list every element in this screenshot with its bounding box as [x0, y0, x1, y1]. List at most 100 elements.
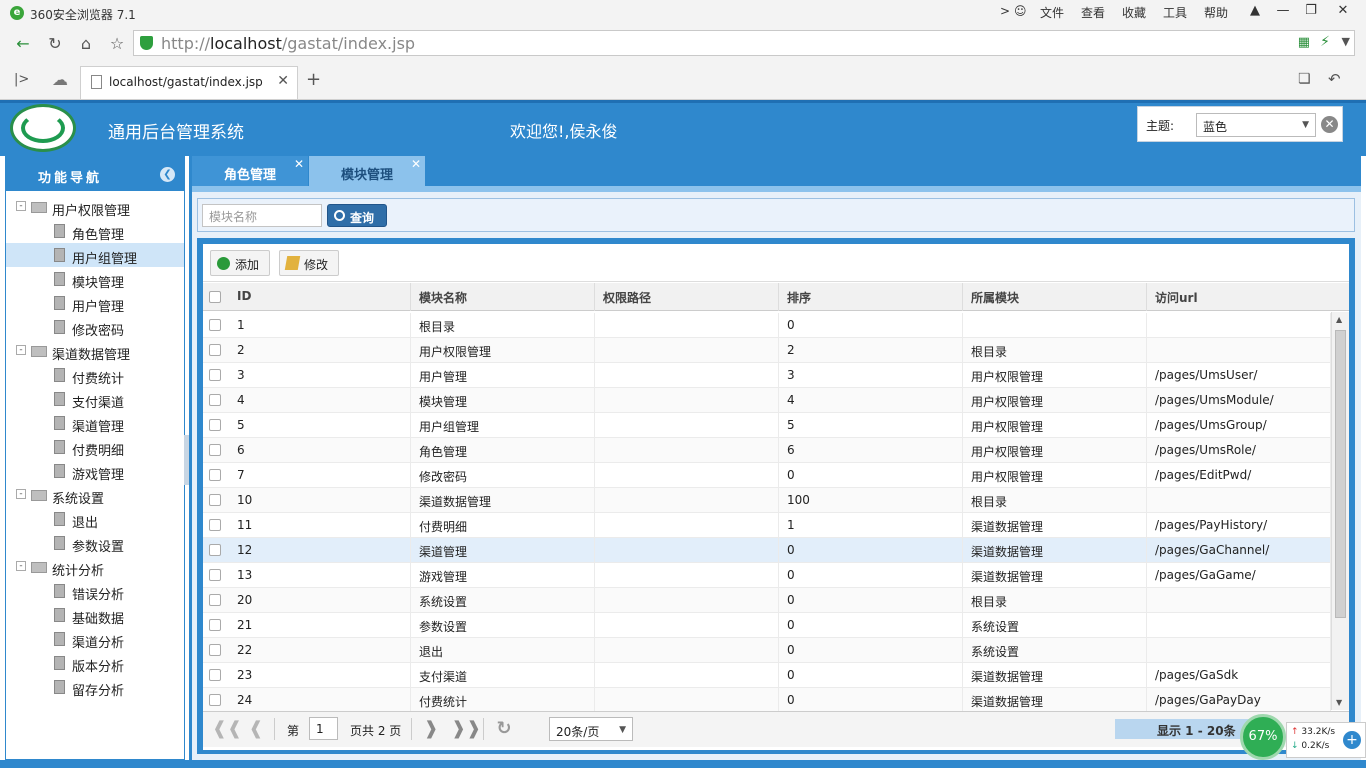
row-checkbox[interactable] [209, 594, 221, 606]
page-size-select[interactable]: 20条/页 ▼ [549, 717, 633, 741]
row-checkbox[interactable] [209, 669, 221, 681]
last-page-icon[interactable]: ❱❱ [451, 718, 481, 740]
nav-item[interactable]: 退出 [6, 507, 184, 531]
table-row[interactable]: 13 游戏管理 0 渠道数据管理/pages/GaGame/ [203, 563, 1331, 588]
table-row[interactable]: 24 付费统计 0 渠道数据管理/pages/GaPayDay [203, 688, 1331, 713]
reload-icon[interactable]: ↻ [493, 718, 515, 740]
column-header-order[interactable]: 排序 [779, 283, 963, 311]
nav-group[interactable]: - 系统设置 [6, 483, 184, 507]
nav-group[interactable]: - 渠道数据管理 [6, 339, 184, 363]
close-tab-icon[interactable]: ✕ [294, 157, 304, 171]
table-row[interactable]: 20 系统设置 0 根目录 [203, 588, 1331, 613]
collapse-toggle-icon[interactable]: - [16, 201, 26, 211]
row-checkbox[interactable] [209, 419, 221, 431]
row-checkbox[interactable] [209, 494, 221, 506]
browser-tab-active[interactable]: localhost/gastat/index.jsp ✕ [80, 66, 298, 99]
search-button[interactable]: 查询 [327, 204, 387, 227]
nav-item[interactable]: 参数设置 [6, 531, 184, 555]
table-row[interactable]: 2 用户权限管理 2 根目录 [203, 338, 1331, 363]
table-row[interactable]: 3 用户管理 3 用户权限管理/pages/UmsUser/ [203, 363, 1331, 388]
search-input[interactable]: 模块名称 [202, 204, 322, 227]
sidebar-toggle-icon[interactable]: |> [14, 72, 29, 87]
nav-item[interactable]: 付费统计 [6, 363, 184, 387]
nav-item[interactable]: 错误分析 [6, 579, 184, 603]
user-icon[interactable]: ☺ [1014, 4, 1027, 18]
page-number-input[interactable]: 1 [309, 717, 338, 740]
table-row[interactable]: 11 付费明细 1 渠道数据管理/pages/PayHistory/ [203, 513, 1331, 538]
collapse-icon[interactable]: ❮ [160, 167, 175, 182]
nav-item[interactable]: 修改密码 [6, 315, 184, 339]
nav-item[interactable]: 模块管理 [6, 267, 184, 291]
url-input[interactable]: http://localhost/gastat/index.jsp ▦ ⚡ ▼ [133, 30, 1355, 56]
prev-page-icon[interactable]: ❰ [245, 718, 267, 740]
nav-item[interactable]: 用户组管理 [6, 243, 184, 267]
collapse-toggle-icon[interactable]: - [16, 345, 26, 355]
row-checkbox[interactable] [209, 569, 221, 581]
forward-arrow-icon[interactable]: > [1000, 4, 1010, 18]
tab-list-icon[interactable]: ❏ [1298, 71, 1311, 87]
clear-icon[interactable]: ✕ [1321, 116, 1338, 133]
nav-item[interactable]: 用户管理 [6, 291, 184, 315]
select-all-checkbox[interactable] [209, 291, 221, 303]
scroll-up-icon[interactable]: ▲ [1336, 315, 1342, 324]
table-row[interactable]: 22 退出 0 系统设置 [203, 638, 1331, 663]
table-row[interactable]: 6 角色管理 6 用户权限管理/pages/UmsRole/ [203, 438, 1331, 463]
dropdown-arrow-icon[interactable]: ▼ [1342, 35, 1350, 48]
nav-item[interactable]: 游戏管理 [6, 459, 184, 483]
nav-item[interactable]: 支付渠道 [6, 387, 184, 411]
nav-group[interactable]: - 统计分析 [6, 555, 184, 579]
column-header-parent[interactable]: 所属模块 [963, 283, 1147, 311]
row-checkbox[interactable] [209, 394, 221, 406]
undo-close-icon[interactable]: ↶ [1328, 70, 1341, 88]
tab-module-management[interactable]: 模块管理 ✕ [309, 156, 425, 186]
new-tab-button[interactable]: + [306, 69, 321, 90]
maximize-button[interactable]: ❐ [1296, 0, 1326, 22]
theme-select[interactable]: 蓝色 ▼ [1196, 113, 1316, 137]
row-checkbox[interactable] [209, 644, 221, 656]
nav-item[interactable]: 版本分析 [6, 651, 184, 675]
row-checkbox[interactable] [209, 619, 221, 631]
refresh-icon[interactable]: ↻ [44, 34, 66, 54]
nav-item[interactable]: 渠道分析 [6, 627, 184, 651]
row-checkbox[interactable] [209, 319, 221, 331]
star-icon[interactable]: ☆ [106, 34, 128, 54]
tab-role-management[interactable]: 角色管理 ✕ [192, 156, 308, 186]
table-row[interactable]: 4 模块管理 4 用户权限管理/pages/UmsModule/ [203, 388, 1331, 413]
row-checkbox[interactable] [209, 469, 221, 481]
row-checkbox[interactable] [209, 519, 221, 531]
home-icon[interactable]: ⌂ [75, 34, 97, 54]
first-page-icon[interactable]: ❰❰ [212, 718, 242, 740]
table-row[interactable]: 7 修改密码 0 用户权限管理/pages/EditPwd/ [203, 463, 1331, 488]
qr-code-icon[interactable]: ▦ [1298, 35, 1310, 50]
nav-item[interactable]: 基础数据 [6, 603, 184, 627]
edit-button[interactable]: 修改 [279, 250, 339, 276]
close-tab-icon[interactable]: ✕ [411, 157, 421, 171]
menu-file[interactable]: 文件 [1040, 4, 1064, 21]
add-button[interactable]: 添加 [210, 250, 270, 276]
close-tab-icon[interactable]: ✕ [277, 73, 289, 89]
table-row[interactable]: 12 渠道管理 0 渠道数据管理/pages/GaChannel/ [203, 538, 1331, 563]
column-header-name[interactable]: 模块名称 [411, 283, 595, 311]
column-header-path[interactable]: 权限路径 [595, 283, 779, 311]
speed-widget-plus-icon[interactable]: + [1343, 731, 1361, 749]
row-checkbox[interactable] [209, 544, 221, 556]
nav-group[interactable]: - 用户权限管理 [6, 195, 184, 219]
cloud-icon[interactable]: ☁ [52, 70, 68, 89]
menu-help[interactable]: 帮助 [1204, 4, 1228, 21]
scroll-down-icon[interactable]: ▼ [1336, 698, 1342, 707]
speed-widget-ball[interactable]: 67% [1240, 714, 1286, 760]
table-row[interactable]: 10 渠道数据管理 100 根目录 [203, 488, 1331, 513]
collapse-toggle-icon[interactable]: - [16, 561, 26, 571]
back-icon[interactable]: ← [12, 34, 34, 54]
scrollbar-thumb[interactable] [1335, 330, 1346, 618]
menu-view[interactable]: 查看 [1081, 4, 1105, 21]
minimize-button[interactable]: — [1268, 0, 1298, 22]
next-page-icon[interactable]: ❱ [420, 718, 442, 740]
vertical-scrollbar[interactable]: ▲ ▼ [1331, 312, 1349, 710]
skin-icon[interactable]: ▲ [1240, 0, 1270, 22]
lightning-icon[interactable]: ⚡ [1320, 34, 1330, 50]
table-row[interactable]: 5 用户组管理 5 用户权限管理/pages/UmsGroup/ [203, 413, 1331, 438]
row-checkbox[interactable] [209, 369, 221, 381]
close-window-button[interactable]: ✕ [1328, 0, 1358, 22]
menu-favorites[interactable]: 收藏 [1122, 4, 1146, 21]
